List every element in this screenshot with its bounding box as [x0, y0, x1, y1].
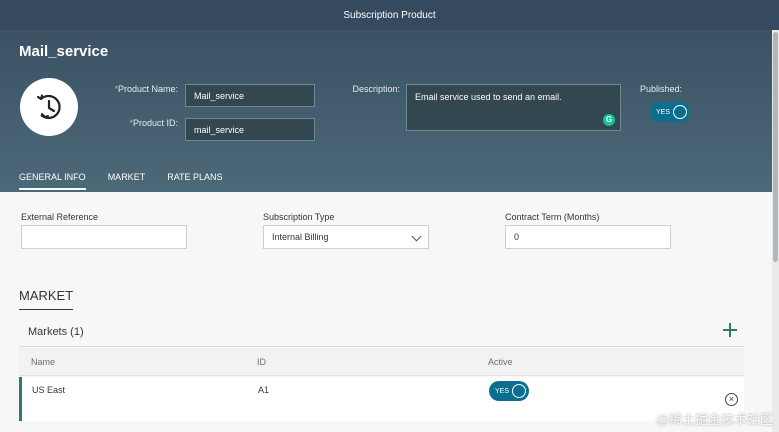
published-label: Published:: [640, 84, 683, 94]
product-name-input[interactable]: Mail_service: [185, 84, 315, 107]
markets-table-header: Name ID Active: [19, 348, 744, 376]
market-active-toggle-text: YES: [495, 387, 510, 395]
subscription-type-select[interactable]: Internal Billing: [263, 225, 429, 249]
published-toggle[interactable]: YES: [650, 102, 690, 122]
tab-market[interactable]: MARKET: [108, 172, 146, 190]
window-title: Subscription Product: [343, 9, 436, 21]
page-scrollbar[interactable]: [772, 30, 779, 432]
toggle-knob: [673, 105, 687, 119]
product-name-label: *Product Name:: [114, 84, 178, 94]
market-id-cell: A1: [258, 385, 270, 395]
description-text: Email service used to send an email.: [415, 92, 562, 102]
external-reference-label: External Reference: [21, 212, 99, 222]
toggle-knob: [512, 384, 526, 398]
subscription-type-value: Internal Billing: [272, 232, 329, 242]
description-textarea[interactable]: Email service used to send an email. G: [406, 84, 621, 131]
published-toggle-text: YES: [656, 108, 671, 116]
markets-table-title: Markets (1): [28, 325, 84, 338]
add-market-button[interactable]: [722, 322, 738, 338]
product-avatar: [20, 78, 78, 136]
shell-title-bar: Subscription Product: [0, 0, 779, 30]
contract-term-label: Contract Term (Months): [505, 212, 600, 222]
object-header: Mail_service *Product Name: Mail_service…: [0, 30, 772, 192]
chevron-down-icon: [411, 231, 422, 242]
subscription-type-label: Subscription Type: [263, 212, 335, 222]
product-id-input[interactable]: mail_service: [185, 118, 315, 141]
remove-market-icon[interactable]: ×: [725, 393, 738, 406]
markets-table-toolbar: Markets (1): [19, 317, 744, 347]
tab-bar: GENERAL INFO MARKET RATE PLANS: [19, 172, 245, 190]
scrollbar-thumb[interactable]: [773, 32, 778, 262]
table-row[interactable]: US East A1 YES ×: [19, 377, 744, 421]
market-name-cell: US East: [32, 385, 66, 395]
market-active-toggle[interactable]: YES: [489, 381, 529, 401]
tab-rate-plans[interactable]: RATE PLANS: [167, 172, 222, 190]
general-info-content: External Reference Subscription Type Int…: [0, 192, 772, 432]
external-reference-input[interactable]: [21, 225, 187, 249]
product-id-label: *Product ID:: [129, 118, 178, 128]
column-header-name: Name: [31, 357, 56, 367]
watermark-text: @稀土掘金技术社区: [655, 412, 773, 427]
description-label: Description:: [352, 84, 400, 94]
column-header-id: ID: [257, 357, 266, 367]
contract-term-input[interactable]: 0: [505, 225, 671, 249]
tab-general-info[interactable]: GENERAL INFO: [19, 172, 86, 190]
object-title: Mail_service: [19, 43, 109, 60]
grammar-check-icon[interactable]: G: [603, 114, 615, 126]
clock-history-icon: [36, 94, 61, 120]
market-section-title: MARKET: [19, 288, 74, 310]
column-header-active: Active: [488, 357, 513, 367]
